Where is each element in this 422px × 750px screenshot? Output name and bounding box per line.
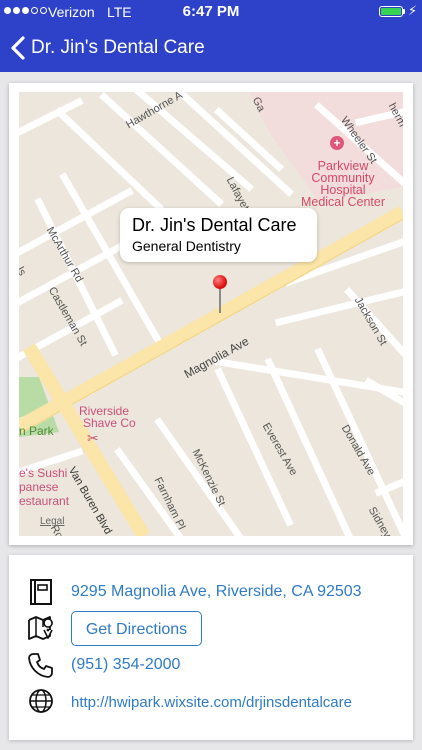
scissors-icon: ✂ (87, 430, 99, 446)
globe-icon (29, 689, 53, 713)
poi-hospital-line: Medical Center (300, 195, 386, 209)
page-title: Dr. Jin's Dental Care (31, 37, 205, 58)
poi-barber-line2: Shave Co (83, 416, 136, 430)
contact-card: 9295 Magnolia Ave, Riverside, CA 92503 G… (9, 555, 413, 740)
battery-level (381, 8, 401, 15)
phone-icon (28, 653, 53, 678)
charging-bolt-icon: ⚡ (408, 3, 418, 18)
callout-subtitle: General Dentistry (132, 238, 241, 254)
callout-title: Dr. Jin's Dental Care (132, 215, 297, 235)
poi-hospital: Parkview Community Hospital Medical Center (283, 160, 403, 209)
legal-link[interactable]: Legal (40, 516, 64, 527)
poi-sushi-line1: e's Sushi (19, 466, 68, 480)
book-icon (30, 579, 52, 605)
map-location-icon (28, 616, 53, 640)
poi-park: n Park (19, 424, 54, 438)
map-view[interactable]: Hawthorne A Wheeler St Lafayette St McAr… (19, 92, 403, 536)
map-pin-icon[interactable] (213, 275, 227, 289)
status-time: 6:47 PM (182, 3, 240, 20)
map-pin-stem (219, 288, 221, 313)
get-directions-button[interactable]: Get Directions (71, 611, 202, 646)
app-header: Verizon LTE 6:47 PM ⚡ Dr. Jin's Dental C… (0, 0, 422, 72)
battery-tip (403, 9, 405, 14)
poi-sushi-line3: estaurant (19, 494, 70, 508)
chevron-left-icon (11, 36, 25, 60)
map-card: Hawthorne A Wheeler St Lafayette St McAr… (9, 83, 413, 545)
address-link[interactable]: 9295 Magnolia Ave, Riverside, CA 92503 (71, 583, 362, 601)
website-link[interactable]: http://hwipark.wixsite.com/drjinsdentalc… (71, 694, 352, 711)
hospital-icon: + (330, 136, 344, 150)
status-bar: Verizon LTE 6:47 PM ⚡ (0, 0, 422, 24)
back-button[interactable] (8, 34, 32, 62)
map-callout[interactable]: Dr. Jin's Dental Care General Dentistry (120, 208, 317, 262)
battery-icon (379, 6, 403, 17)
phone-link[interactable]: (951) 354-2000 (71, 656, 180, 674)
poi-sushi-line2: panese (19, 480, 59, 494)
